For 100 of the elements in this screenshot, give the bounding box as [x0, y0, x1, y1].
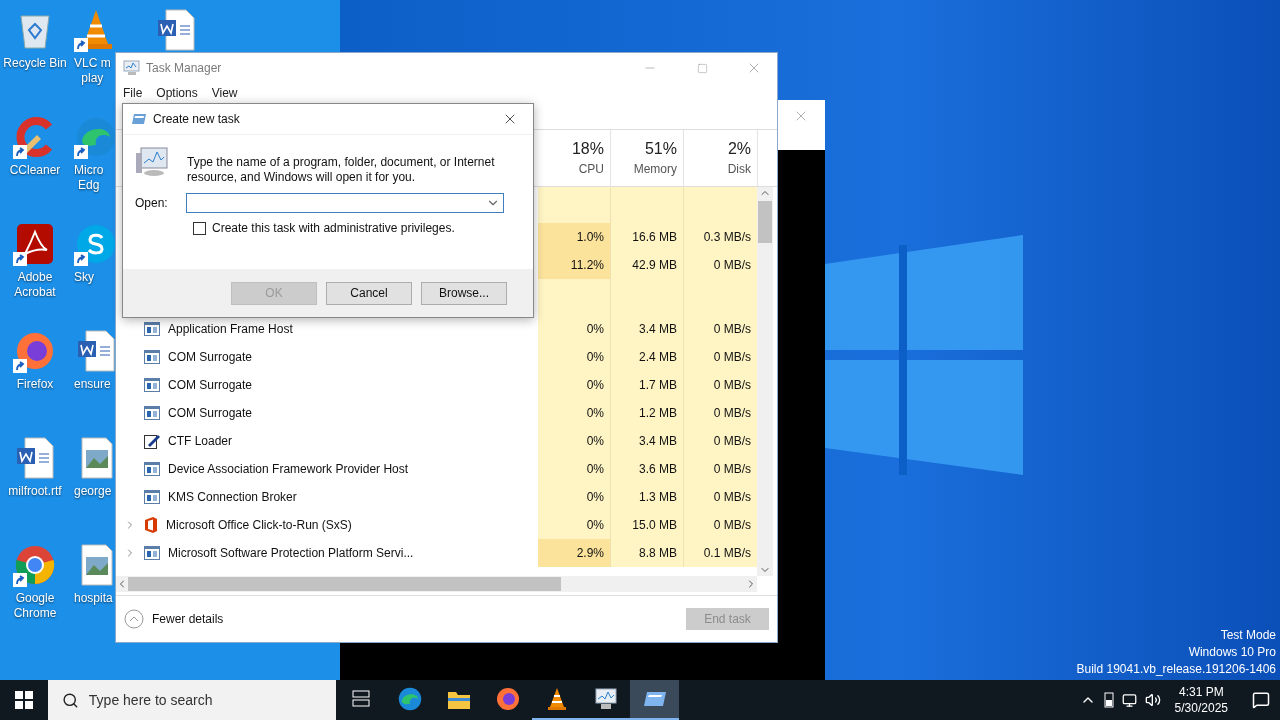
table-cell: 15.0 MB	[611, 511, 684, 539]
desktop-icon-label: ensure	[74, 377, 111, 392]
table-cell: 0%	[538, 371, 611, 399]
shortcut-arrow-icon	[13, 359, 27, 373]
table-cell: 0%	[538, 511, 611, 539]
app-window-icon	[144, 462, 160, 476]
monitor-graph-icon	[592, 687, 619, 711]
shortcut-arrow-icon	[74, 145, 88, 159]
desktop-icon-label: Google Chrome	[13, 591, 57, 621]
search-icon	[62, 691, 79, 709]
app-window-icon	[144, 378, 160, 392]
table-cell: 0 MB/s	[684, 343, 757, 371]
shortcut-arrow-icon	[13, 573, 27, 587]
vertical-scrollbar[interactable]	[757, 187, 773, 576]
edge-icon[interactable]	[74, 115, 118, 159]
network-icon[interactable]	[1121, 692, 1137, 708]
process-name: COM Surrogate	[168, 406, 253, 420]
shortcut-arrow-icon	[13, 145, 27, 159]
dialog-button[interactable]: Cancel	[326, 281, 412, 305]
table-cell: 0%	[538, 315, 611, 343]
process-name: KMS Connection Broker	[168, 490, 297, 504]
table-cell: 0 MB/s	[684, 427, 757, 455]
window-title: Task Manager	[146, 61, 223, 75]
scrollbar-thumb[interactable]	[758, 201, 772, 243]
horizontal-scrollbar[interactable]	[116, 576, 757, 592]
table-cell: 0 MB/s	[684, 315, 757, 343]
table-cell: 0 MB/s	[684, 399, 757, 427]
desktop-icon-label: Recycle Bin	[3, 56, 67, 71]
checkbox[interactable]	[193, 221, 206, 235]
table-cell: 0 MB/s	[684, 511, 757, 539]
os-info-text: Build 19041.vb_release.191206-1406	[1076, 661, 1276, 678]
table-cell: 8.8 MB	[611, 539, 684, 567]
traffic-cone-icon	[545, 687, 568, 711]
run-window-icon	[642, 689, 667, 709]
table-cell: 16.6 MB	[611, 223, 684, 251]
os-info-text: Test Mode	[1220, 627, 1276, 644]
dialog-message: Type the name of a program, folder, document, or Internet resource, and Windows will open it for you.	[187, 155, 496, 185]
table-cell: 1.0%	[538, 223, 611, 251]
table-cell: 0%	[538, 343, 611, 371]
notification-icon[interactable]	[1252, 691, 1270, 709]
table-cell: 0%	[538, 483, 611, 511]
desktop-icon-label: Firefox	[16, 377, 54, 392]
desktop-icon-label: Micro Edg	[74, 163, 104, 193]
maximize-icon	[696, 62, 708, 74]
battery-icon[interactable]	[1103, 692, 1114, 708]
app-window-icon	[144, 490, 160, 504]
table-cell: 0%	[538, 427, 611, 455]
table-cell: 0%	[538, 455, 611, 483]
app-window-icon	[144, 406, 160, 420]
desktop-icon-label: Sky	[74, 270, 94, 285]
chrome-icon[interactable]	[13, 543, 57, 587]
process-name: Microsoft Software Protection Platform Servi...	[168, 546, 414, 560]
open-combobox[interactable]	[186, 193, 504, 213]
monitor-graph-icon	[122, 60, 140, 76]
os-info-text: Windows 10 Pro	[1188, 644, 1276, 661]
collapse-icon	[124, 609, 144, 629]
shortcut-arrow-icon	[74, 38, 88, 52]
process-name: CTF Loader	[168, 434, 233, 448]
open-label: Open:	[135, 196, 168, 210]
table-cell: 3.4 MB	[611, 315, 684, 343]
desktop-icon-label: VLC m play	[74, 56, 111, 86]
table-cell: 0 MB/s	[684, 251, 757, 279]
firefox-icon	[495, 687, 520, 711]
menu-item[interactable]: View	[206, 83, 243, 103]
edge-icon	[396, 686, 423, 712]
windows-logo-icon	[15, 691, 33, 709]
table-cell: 1.7 MB	[611, 371, 684, 399]
process-name: COM Surrogate	[168, 378, 253, 392]
table-cell: 3.6 MB	[611, 455, 684, 483]
clock[interactable]: 4:31 PM 5/30/2025	[1168, 684, 1234, 716]
office-icon	[144, 517, 158, 533]
table-cell: 42.9 MB	[611, 251, 684, 279]
table-cell: 2.9%	[538, 539, 611, 567]
fewer-details-button[interactable]: Fewer details	[124, 609, 224, 629]
table-cell: 0 MB/s	[684, 455, 757, 483]
table-cell: 1.2 MB	[611, 399, 684, 427]
desktop-icon-label: CCleaner	[9, 163, 61, 178]
desktop-icon-label: milfroot.rtf	[8, 484, 62, 499]
process-name: Application Frame Host	[168, 322, 293, 336]
desktop-icon-label: Adobe Acrobat	[14, 270, 56, 300]
dialog-button[interactable]: Browse...	[421, 281, 507, 305]
monitor-graph-icon	[135, 145, 169, 177]
table-cell: 1.3 MB	[611, 483, 684, 511]
skype-icon[interactable]	[74, 222, 118, 266]
process-name: Device Association Framework Provider Host	[168, 462, 409, 476]
process-name: COM Surrogate	[168, 350, 253, 364]
table-cell: 3.4 MB	[611, 427, 684, 455]
table-cell: 0.3 MB/s	[684, 223, 757, 251]
desktop-icon-label: hospita	[74, 591, 113, 606]
menu-item[interactable]: Options	[151, 83, 203, 103]
checkbox-label: Create this task with administrative privileges.	[212, 221, 455, 235]
menu-item[interactable]: File	[118, 83, 148, 103]
app-window-icon	[144, 350, 160, 364]
app-window-icon	[144, 546, 160, 560]
shortcut-arrow-icon	[74, 252, 88, 266]
table-cell: 2.4 MB	[611, 343, 684, 371]
table-cell: 0 MB/s	[684, 371, 757, 399]
shortcut-arrow-icon	[13, 252, 27, 266]
dialog-title: Create new task	[153, 112, 241, 126]
volume-icon[interactable]	[1144, 692, 1161, 708]
